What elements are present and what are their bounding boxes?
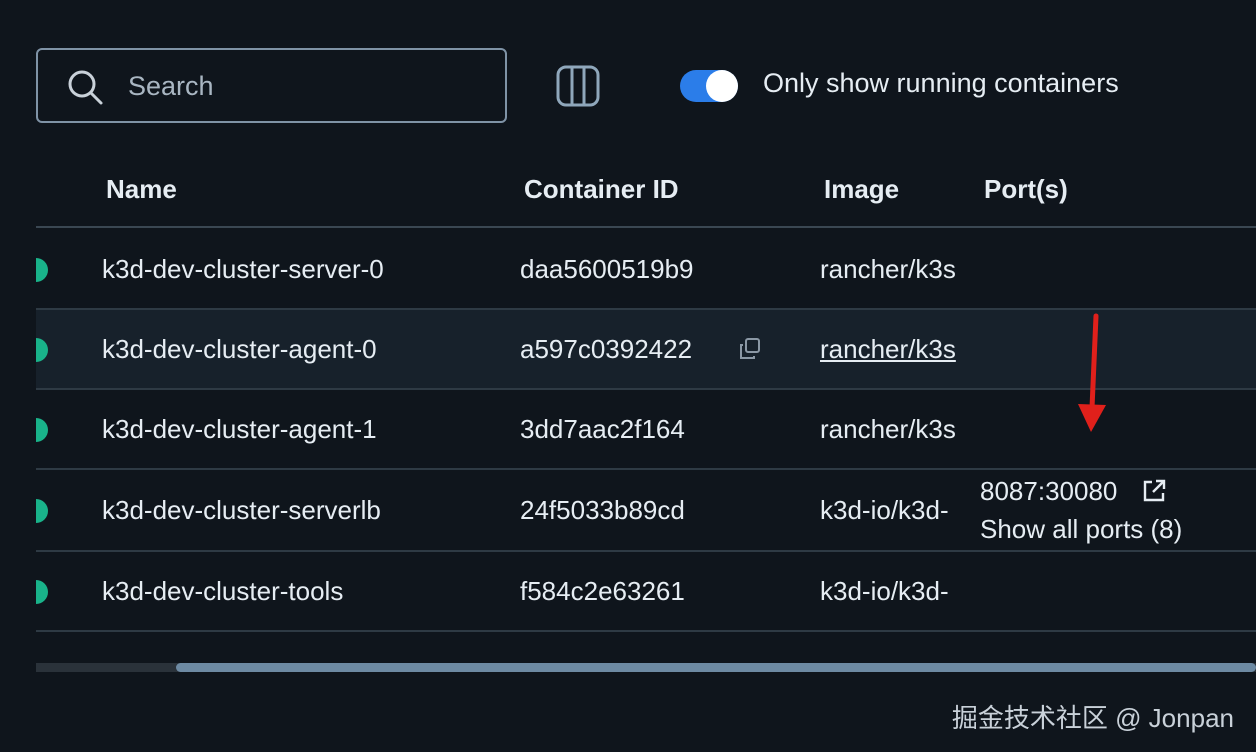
watermark: 掘金技术社区 @ Jonpan <box>951 703 1234 733</box>
copy-icon[interactable] <box>738 337 762 361</box>
search-input[interactable] <box>128 64 488 108</box>
running-status-icon <box>36 418 48 442</box>
horizontal-scrollbar[interactable] <box>36 663 1256 672</box>
columns-icon[interactable] <box>555 64 601 108</box>
table-row[interactable]: k3d-dev-cluster-server-0 daa5600519b9 ra… <box>36 230 1256 310</box>
running-only-label: Only show running containers <box>763 68 1119 98</box>
container-id: a597c0392422 <box>520 334 693 364</box>
container-name[interactable]: k3d-dev-cluster-server-0 <box>102 254 384 285</box>
running-status-icon <box>36 580 48 604</box>
running-status-icon <box>36 338 48 362</box>
container-image[interactable]: k3d-io/k3d- <box>820 576 965 607</box>
container-id: f584c2e63261 <box>520 576 685 606</box>
container-image[interactable]: rancher/k3s <box>820 254 965 285</box>
container-image-link[interactable]: rancher/k3s <box>820 334 965 365</box>
container-image[interactable]: rancher/k3s <box>820 414 965 445</box>
table-row[interactable]: k3d-dev-cluster-serverlb 24f5033b89cd k3… <box>36 470 1256 552</box>
column-header-ports[interactable]: Port(s) <box>984 174 1068 205</box>
container-id: 24f5033b89cd <box>520 495 685 525</box>
port-link[interactable]: 8087:30080 <box>980 476 1117 507</box>
running-status-icon <box>36 258 48 282</box>
table-row[interactable]: k3d-dev-cluster-tools f584c2e63261 k3d-i… <box>36 552 1256 632</box>
scrollbar-thumb[interactable] <box>176 663 1256 672</box>
table-header: Name Container ID Image Port(s) <box>36 150 1256 228</box>
show-all-ports-link[interactable]: Show all ports (8) <box>980 514 1182 545</box>
search-box[interactable] <box>36 48 507 123</box>
column-header-image[interactable]: Image <box>824 174 899 205</box>
container-name[interactable]: k3d-dev-cluster-serverlb <box>102 495 381 526</box>
container-image[interactable]: k3d-io/k3d- <box>820 495 965 526</box>
container-id: daa5600519b9 <box>520 254 694 284</box>
external-link-icon[interactable] <box>1141 478 1167 504</box>
column-header-name[interactable]: Name <box>106 174 177 205</box>
container-name[interactable]: k3d-dev-cluster-tools <box>102 576 343 607</box>
container-name[interactable]: k3d-dev-cluster-agent-0 <box>102 334 377 365</box>
annotation-arrow-icon <box>1078 313 1106 432</box>
container-name[interactable]: k3d-dev-cluster-agent-1 <box>102 414 377 445</box>
running-only-toggle[interactable] <box>680 70 738 102</box>
container-id: 3dd7aac2f164 <box>520 414 685 444</box>
toggle-knob <box>706 70 738 102</box>
containers-view: Only show running containers Name Contai… <box>0 0 1256 752</box>
running-status-icon <box>36 499 48 523</box>
column-header-container-id[interactable]: Container ID <box>524 174 679 205</box>
search-icon <box>68 70 103 105</box>
